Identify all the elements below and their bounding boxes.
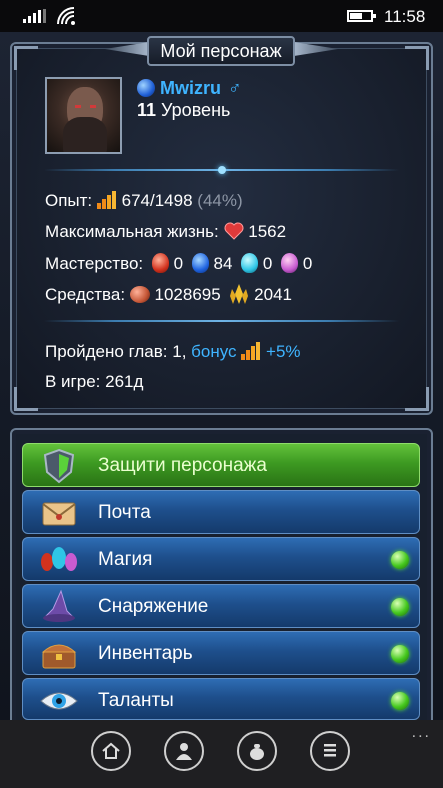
- character-level: 11 Уровень: [137, 100, 230, 121]
- mail-icon: [42, 502, 76, 526]
- chest-icon: [41, 644, 77, 669]
- chapters-row: Пройдено глав: 1, бонус +5%: [45, 342, 301, 362]
- exp-percent: (44%): [197, 191, 243, 210]
- ingame-label: В игре:: [45, 372, 101, 391]
- exp-label: Опыт:: [45, 191, 93, 210]
- exp-value: 674/1498: [121, 191, 193, 210]
- bonus-label: бонус: [191, 342, 237, 361]
- chapters-text: Пройдено глав: 1,: [45, 342, 187, 361]
- gold-coin-icon: [129, 286, 150, 303]
- character-name: Mwizru: [160, 78, 222, 98]
- funds-row: Средства: 1028695 2041: [45, 284, 292, 305]
- app-bar: ...: [0, 720, 443, 788]
- exp-row: Опыт: 674/1498 (44%): [45, 191, 243, 211]
- eye-icon: [40, 692, 78, 710]
- notification-dot: [391, 692, 409, 710]
- wifi-icon: [57, 7, 75, 25]
- menu-label: Магия: [98, 549, 153, 570]
- menu-label: Почта: [98, 502, 151, 523]
- bag-icon: [250, 744, 264, 760]
- menu-label: Снаряжение: [98, 596, 209, 617]
- bonus-value: +5%: [266, 342, 301, 361]
- menu-equipment[interactable]: Снаряжение: [22, 584, 420, 628]
- menu-magic[interactable]: Магия: [22, 537, 420, 581]
- divider-bottom: [44, 320, 399, 322]
- gold-value: 1028695: [154, 285, 221, 304]
- mastery-row: Мастерство: 0 84 0 0: [45, 253, 312, 274]
- divider-top: [44, 166, 399, 174]
- list-icon: [324, 744, 336, 757]
- mastery-water-value: 84: [213, 254, 233, 273]
- status-bar: 11:58: [0, 0, 443, 32]
- mastery-label: Мастерство:: [45, 254, 144, 273]
- battery-icon: [347, 10, 376, 22]
- exp-bars-icon: [96, 191, 116, 209]
- fire-rune-icon: [151, 253, 169, 273]
- water-rune-icon: [191, 253, 209, 273]
- wizard-hat-icon: [43, 589, 75, 622]
- menu-inventory[interactable]: Инвентарь: [22, 631, 420, 675]
- menu-mail[interactable]: Почта: [22, 490, 420, 534]
- notification-dot: [391, 645, 409, 663]
- character-portrait[interactable]: [45, 77, 122, 154]
- more-button[interactable]: ...: [412, 724, 431, 742]
- heart-icon: [224, 222, 243, 240]
- ingame-row: В игре: 261д: [45, 372, 143, 392]
- level-value: 11: [137, 100, 157, 120]
- list-button[interactable]: [310, 731, 350, 771]
- bonus-bars-icon: [241, 342, 261, 360]
- menu-label: Таланты: [98, 690, 174, 711]
- character-name-row: Mwizru ♂: [137, 78, 242, 99]
- runes-icon: [41, 547, 77, 571]
- max-life-label: Максимальная жизнь:: [45, 222, 219, 241]
- notification-dot: [391, 551, 409, 569]
- male-icon: ♂: [228, 78, 242, 98]
- ingame-value: 261д: [105, 372, 144, 391]
- bag-button[interactable]: [237, 731, 277, 771]
- air-rune-icon: [241, 253, 259, 273]
- crystal-icon: [230, 284, 249, 304]
- signal-icon: [23, 9, 46, 23]
- person-icon: [176, 743, 192, 760]
- profile-button[interactable]: [164, 731, 204, 771]
- clock: 11:58: [384, 7, 426, 26]
- max-life-value: 1562: [248, 222, 287, 241]
- mastery-air-value: 0: [262, 254, 273, 273]
- blue-gem-icon: [137, 79, 155, 97]
- mastery-fire-value: 0: [173, 254, 184, 273]
- level-label: Уровень: [161, 100, 231, 120]
- menu-label: Инвентарь: [98, 643, 193, 664]
- mastery-spirit-value: 0: [302, 254, 313, 273]
- panel-title: Мой персонаж: [147, 36, 295, 66]
- max-life-row: Максимальная жизнь: 1562: [45, 222, 286, 242]
- menu-talents[interactable]: Таланты: [22, 678, 420, 720]
- spirit-rune-icon: [281, 253, 299, 273]
- shield-icon: [43, 448, 75, 484]
- home-icon: [102, 742, 120, 759]
- home-button[interactable]: [91, 731, 131, 771]
- funds-label: Средства:: [45, 285, 126, 304]
- menu-protect-character[interactable]: Защити персонажа: [22, 443, 420, 487]
- crystals-value: 2041: [254, 285, 292, 304]
- notification-dot: [391, 598, 409, 616]
- menu-label: Защити персонажа: [98, 455, 267, 476]
